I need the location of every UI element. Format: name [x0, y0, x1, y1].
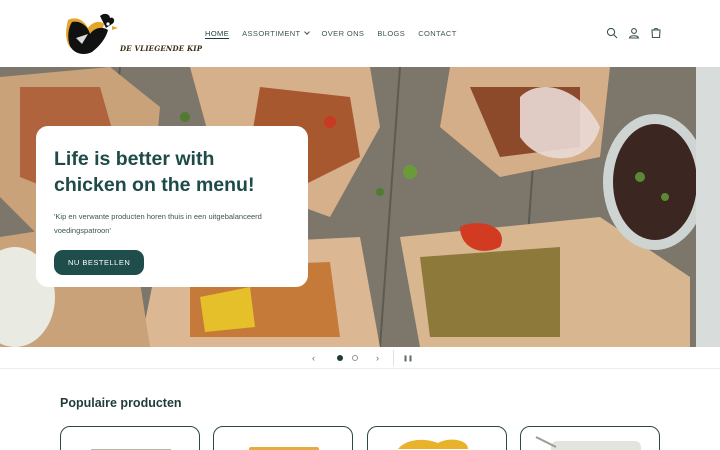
slide-dot-1[interactable]	[337, 355, 343, 361]
nav-over-ons[interactable]: OVER ONS	[322, 29, 365, 38]
prev-slide-icon[interactable]: ‹	[312, 353, 315, 363]
brand-name: DE VLIEGENDE KIP	[120, 44, 203, 53]
controls-divider	[393, 350, 394, 366]
nav-home[interactable]: HOME	[205, 29, 229, 38]
nav-contact[interactable]: CONTACT	[418, 29, 457, 38]
hero-title: Life is better with chicken on the menu!	[54, 148, 255, 196]
slide-dot-2[interactable]	[352, 355, 358, 361]
rooster-logo-icon	[66, 13, 118, 54]
next-slide-peek	[696, 67, 720, 347]
nav-assortiment[interactable]: ASSORTIMENT	[242, 29, 310, 38]
hero-subtitle: 'Kip en verwante producten horen thuis i…	[54, 212, 262, 235]
chevron-down-icon	[303, 29, 310, 35]
nav-over-ons-label: OVER ONS	[321, 29, 365, 38]
product-image	[249, 447, 319, 450]
main-nav: HOME ASSORTIMENT OVER ONS BLOGS CONTACT	[205, 29, 470, 38]
order-now-button[interactable]: NU BESTELLEN	[54, 250, 145, 275]
product-card[interactable]	[367, 426, 507, 450]
search-icon[interactable]	[606, 27, 618, 39]
hero-card: Life is better with chicken on the menu!…	[36, 126, 308, 287]
nav-assortiment-label: ASSORTIMENT	[242, 29, 301, 38]
cart-icon[interactable]	[650, 27, 662, 39]
nav-home-label: HOME	[205, 29, 230, 38]
product-image	[535, 436, 641, 450]
nav-blogs-label: BLOGS	[377, 29, 406, 38]
next-slide-icon[interactable]: ›	[376, 353, 379, 363]
product-image	[91, 449, 171, 450]
nav-contact-label: CONTACT	[418, 29, 457, 38]
product-card[interactable]	[213, 426, 353, 450]
product-image	[398, 439, 468, 449]
slider-controls: ‹ › ❚❚	[0, 347, 720, 369]
brand-logo[interactable]: DE VLIEGENDE KIP	[62, 10, 202, 58]
pause-icon[interactable]: ❚❚	[403, 355, 413, 362]
account-icon[interactable]	[628, 27, 640, 39]
header-icons	[606, 27, 662, 39]
site-header: DE VLIEGENDE KIP HOME ASSORTIMENT OVER O…	[0, 0, 720, 67]
product-card[interactable]	[520, 426, 660, 450]
section-title: Populaire producten	[60, 396, 182, 410]
nav-blogs[interactable]: BLOGS	[377, 29, 405, 38]
hero-banner: Life is better with chicken on the menu!…	[0, 67, 720, 347]
product-card[interactable]	[60, 426, 200, 450]
